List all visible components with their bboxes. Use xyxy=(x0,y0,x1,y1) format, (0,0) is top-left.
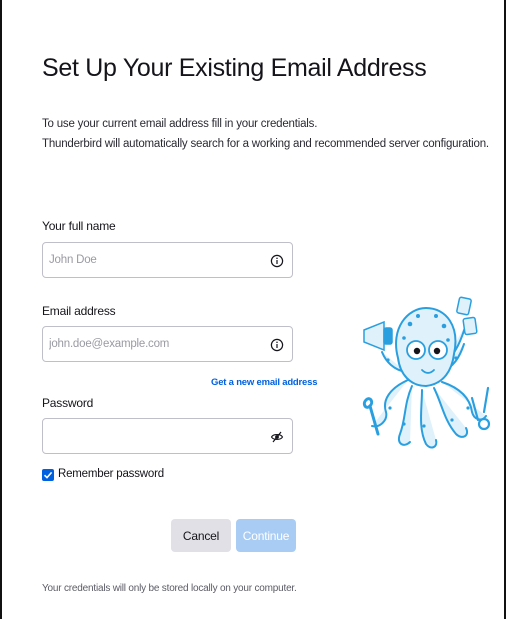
window-border-left xyxy=(0,0,2,619)
email-label: Email address xyxy=(42,304,116,318)
intro-text: To use your current email address fill i… xyxy=(42,114,489,154)
get-new-email-link[interactable]: Get a new email address xyxy=(211,377,317,388)
full-name-label: Your full name xyxy=(42,219,116,233)
credentials-note: Your credentials will only be stored loc… xyxy=(42,583,297,594)
full-name-input[interactable] xyxy=(49,243,269,277)
octopus-mascot-illustration xyxy=(362,296,491,449)
check-icon xyxy=(43,471,53,479)
remember-password-label: Remember password xyxy=(58,468,164,480)
email-field-box xyxy=(42,326,293,362)
intro-line-2: Thunderbird will automatically search fo… xyxy=(42,138,489,150)
eye-off-icon[interactable] xyxy=(270,430,284,444)
info-icon[interactable] xyxy=(270,254,284,268)
continue-button[interactable]: Continue xyxy=(236,519,296,552)
remember-password-checkbox[interactable] xyxy=(42,469,54,481)
page-title: Set Up Your Existing Email Address xyxy=(42,54,427,82)
info-icon[interactable] xyxy=(270,338,284,352)
intro-line-1: To use your current email address fill i… xyxy=(42,118,318,130)
email-input[interactable] xyxy=(49,327,269,361)
password-input[interactable] xyxy=(49,419,269,453)
full-name-field-box xyxy=(42,242,293,278)
password-field-box xyxy=(42,418,293,454)
cancel-button[interactable]: Cancel xyxy=(171,519,231,552)
password-label: Password xyxy=(42,396,94,410)
